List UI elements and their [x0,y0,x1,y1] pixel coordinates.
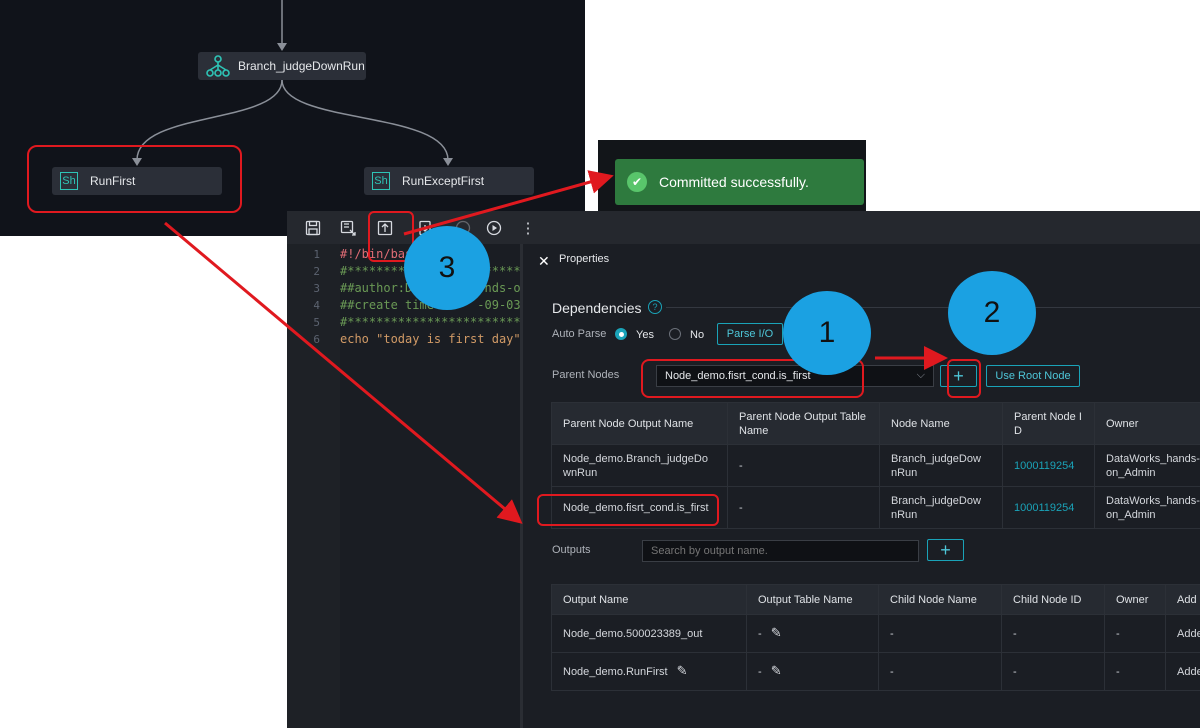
annotation-arrows [164,170,948,524]
callout-3: 3 [404,226,490,310]
callout-2: 2 [948,271,1036,355]
callout-1: 1 [783,291,871,375]
arrow-to-toast [403,170,614,236]
